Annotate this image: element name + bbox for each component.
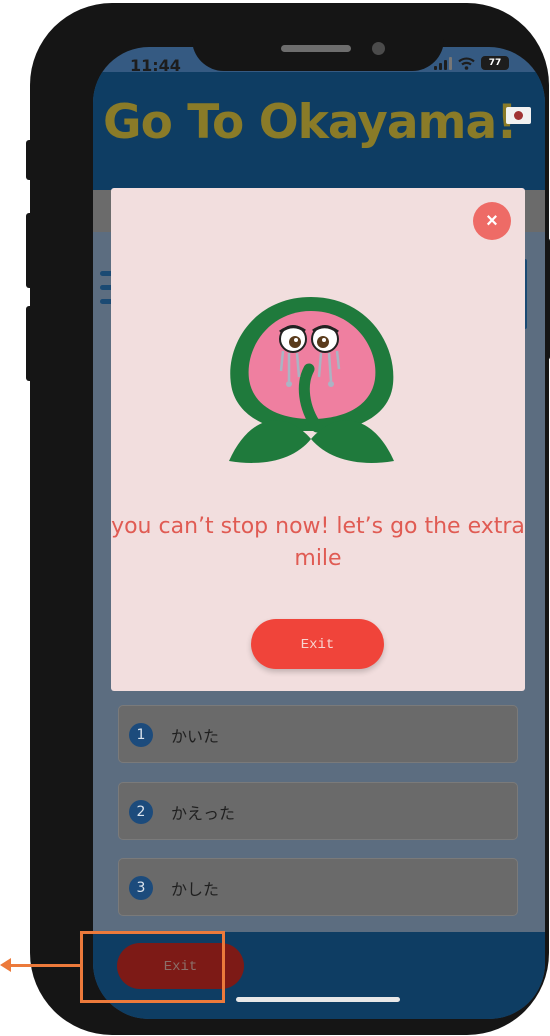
modal-message: you can’t stop now! let’s go the extra m… — [111, 514, 525, 571]
answer-text: かいた — [171, 727, 220, 746]
speaker-grille — [281, 45, 351, 52]
annotation-arrow — [6, 964, 80, 967]
phone-frame: 11:44 77 Go To Okayama! 1 かいた 2 かえった 3 か… — [30, 3, 549, 1035]
crying-peach-mascot — [229, 297, 394, 463]
app-title: Go To Okayama! — [103, 95, 518, 150]
close-button[interactable]: × — [473, 202, 511, 240]
modal-exit-button[interactable]: Exit — [251, 619, 384, 669]
status-icons: 77 — [434, 56, 509, 70]
answer-option-3[interactable]: 3 かした — [118, 858, 518, 916]
notch — [192, 11, 444, 71]
phone-screen: 11:44 77 Go To Okayama! 1 かいた 2 かえった 3 か… — [93, 47, 545, 1019]
answer-text: かした — [171, 880, 220, 899]
battery-icon: 77 — [481, 56, 509, 70]
wifi-icon — [458, 56, 475, 70]
front-camera — [372, 42, 385, 55]
home-indicator[interactable] — [236, 997, 400, 1002]
arrow-head-icon — [0, 958, 11, 972]
answer-number: 3 — [129, 876, 153, 900]
japan-flag-icon — [506, 107, 531, 124]
highlight-box — [80, 931, 225, 1003]
answer-number: 2 — [129, 800, 153, 824]
answer-text: かえった — [171, 804, 236, 823]
answer-option-1[interactable]: 1 かいた — [118, 705, 518, 763]
answer-option-2[interactable]: 2 かえった — [118, 782, 518, 840]
encouragement-modal: × you can’t stop now! let’s go the extra… — [111, 188, 525, 691]
answer-number: 1 — [129, 723, 153, 747]
